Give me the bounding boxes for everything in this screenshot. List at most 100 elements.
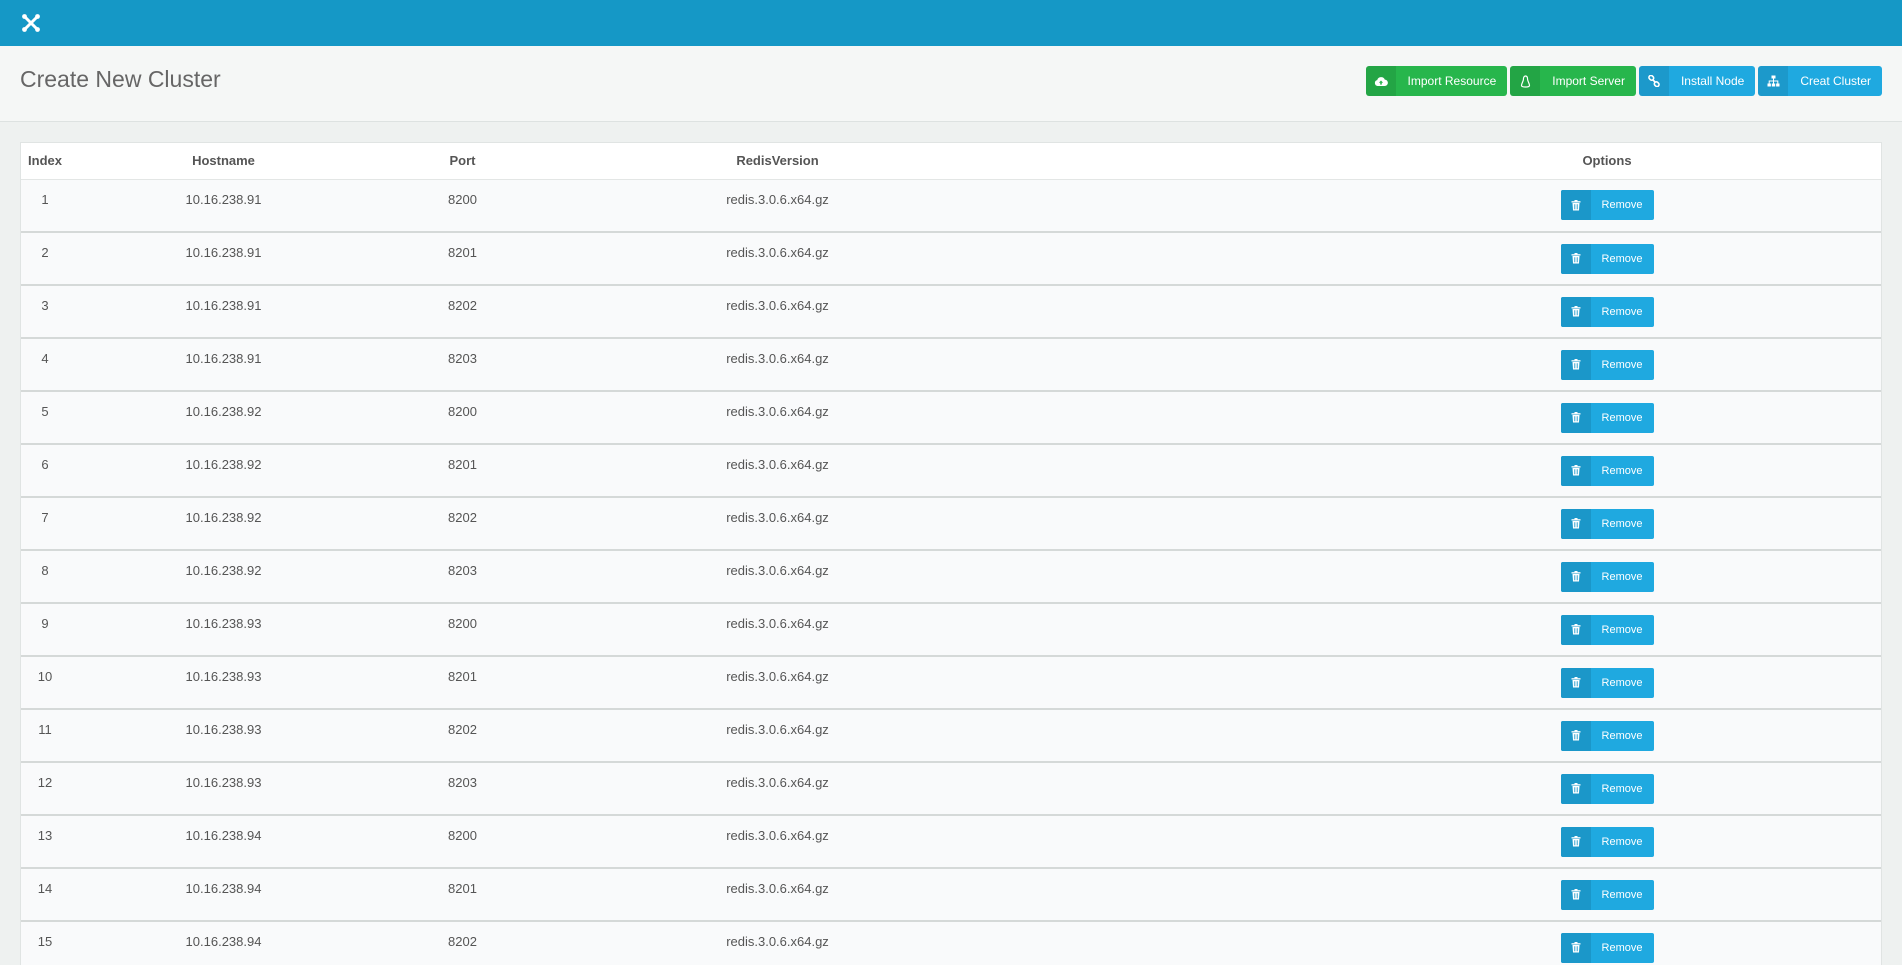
import-server-button[interactable]: Import Server [1510,66,1636,96]
remove-button[interactable]: Remove [1560,455,1654,486]
hostname-cell-text: 10.16.238.91 [185,351,262,366]
port-cell-text: 8203 [448,563,477,578]
hostname-cell: 10.16.238.91 [69,179,378,233]
nodes-table-panel: Index Hostname Port RedisVersion Options… [20,142,1882,965]
column-header-options: Options [1008,143,1881,180]
trash-icon [1560,720,1591,751]
index-cell-text: 11 [38,722,52,737]
port-cell-text: 8200 [448,404,477,419]
remove-button[interactable]: Remove [1560,879,1654,910]
hostname-cell: 10.16.238.92 [69,550,378,604]
table-row: 9 10.16.238.93 8200 redis.3.0.6.x64.gz Remov… [21,603,1881,657]
port-cell: 8202 [378,285,547,339]
remove-button[interactable]: Remove [1560,243,1654,274]
index-cell-text: 6 [41,457,49,472]
nodes-table: Index Hostname Port RedisVersion Options… [21,143,1881,965]
redis-version-cell-text: redis.3.0.6.x64.gz [726,563,829,578]
redis-version-cell: redis.3.0.6.x64.gz [547,868,1008,922]
port-cell-text: 8200 [448,191,477,207]
port-cell-text: 8200 [448,616,477,631]
remove-button[interactable]: Remove [1560,720,1654,751]
options-cell: Remove [1008,709,1881,763]
column-header-hostname: Hostname [69,143,378,180]
table-row: 1 10.16.238.91 8200 redis.3.0.6.x64.gz Remov… [21,179,1881,233]
trash-icon [1560,243,1591,274]
redis-version-cell-text: redis.3.0.6.x64.gz [726,669,829,684]
column-header-index: Index [21,143,69,180]
options-cell: Remove [1008,603,1881,657]
redis-version-cell: redis.3.0.6.x64.gz [547,444,1008,498]
redis-version-cell: redis.3.0.6.x64.gz [547,497,1008,551]
remove-button[interactable]: Remove [1560,667,1654,698]
index-cell: 10 [21,656,69,710]
index-cell-text: 8 [41,563,49,578]
options-cell: Remove [1008,497,1881,551]
hostname-cell-text: 10.16.238.94 [185,881,262,896]
remove-button[interactable]: Remove [1560,932,1654,963]
port-cell-text: 8201 [448,669,477,684]
port-cell: 8201 [378,232,547,286]
redis-version-cell-text: redis.3.0.6.x64.gz [726,828,829,843]
column-header-port: Port [378,143,547,180]
table-row: 3 10.16.238.91 8202 redis.3.0.6.x64.gz Remov… [21,285,1881,339]
create-cluster-button[interactable]: Creat Cluster [1758,66,1882,96]
trash-icon [1560,508,1591,539]
install-node-button[interactable]: Install Node [1638,66,1756,96]
trash-icon [1560,455,1591,486]
import-resource-button[interactable]: Import Resource [1365,66,1508,96]
port-cell: 8200 [378,179,547,233]
options-cell: Remove [1008,391,1881,445]
redis-version-cell-text: redis.3.0.6.x64.gz [726,722,829,737]
hostname-cell-text: 10.16.238.94 [185,934,262,949]
remove-button[interactable]: Remove [1560,773,1654,804]
remove-button[interactable]: Remove [1560,508,1654,539]
table-row: 7 10.16.238.92 8202 redis.3.0.6.x64.gz Remov… [21,497,1881,551]
hostname-cell: 10.16.238.92 [69,391,378,445]
index-cell: 13 [21,815,69,869]
table-row: 15 10.16.238.94 8202 redis.3.0.6.x64.gz Remo… [21,921,1881,965]
column-header-redis-version: RedisVersion [547,143,1008,180]
index-cell: 5 [21,391,69,445]
table-row: 12 10.16.238.93 8203 redis.3.0.6.x64.gz Remo… [21,762,1881,816]
remove-button-label: Remove [1601,517,1643,530]
remove-button[interactable]: Remove [1560,296,1654,327]
trash-icon [1560,879,1591,910]
options-cell: Remove [1008,868,1881,922]
hostname-cell-text: 10.16.238.92 [185,404,262,419]
redis-version-cell-text: redis.3.0.6.x64.gz [726,404,829,419]
index-cell-text: 14 [37,881,53,896]
options-cell: Remove [1008,815,1881,869]
remove-button-label: Remove [1601,252,1643,265]
port-cell: 8202 [378,921,547,965]
trash-icon [1560,561,1591,592]
port-cell-text: 8203 [448,775,477,790]
remove-button[interactable]: Remove [1560,402,1654,433]
index-cell: 9 [21,603,69,657]
port-cell: 8200 [378,815,547,869]
redis-version-cell-text: redis.3.0.6.x64.gz [726,775,829,790]
port-cell: 8201 [378,656,547,710]
port-cell: 8200 [378,603,547,657]
remove-button-label: Remove [1601,358,1643,371]
trash-icon [1560,773,1591,804]
index-cell: 12 [21,762,69,816]
remove-button-label: Remove [1601,888,1643,901]
remove-button[interactable]: Remove [1560,349,1654,380]
redis-version-cell: redis.3.0.6.x64.gz [547,762,1008,816]
port-cell: 8202 [378,497,547,551]
port-cell-text: 8202 [448,934,477,949]
remove-button[interactable]: Remove [1560,614,1654,645]
remove-button[interactable]: Remove [1560,826,1654,857]
cloud-upload-icon [1365,66,1396,96]
remove-button-label: Remove [1601,623,1643,636]
index-cell-text: 13 [37,828,53,843]
port-cell-text: 8201 [448,881,477,896]
index-cell: 7 [21,497,69,551]
port-cell-text: 8201 [448,245,477,260]
joomla-logo-icon[interactable] [20,12,42,34]
remove-button[interactable]: Remove [1560,190,1654,221]
hostname-cell: 10.16.238.92 [69,444,378,498]
remove-button[interactable]: Remove [1560,561,1654,592]
hostname-cell: 10.16.238.94 [69,921,378,965]
table-header-row: Index Hostname Port RedisVersion Options [21,143,1881,180]
